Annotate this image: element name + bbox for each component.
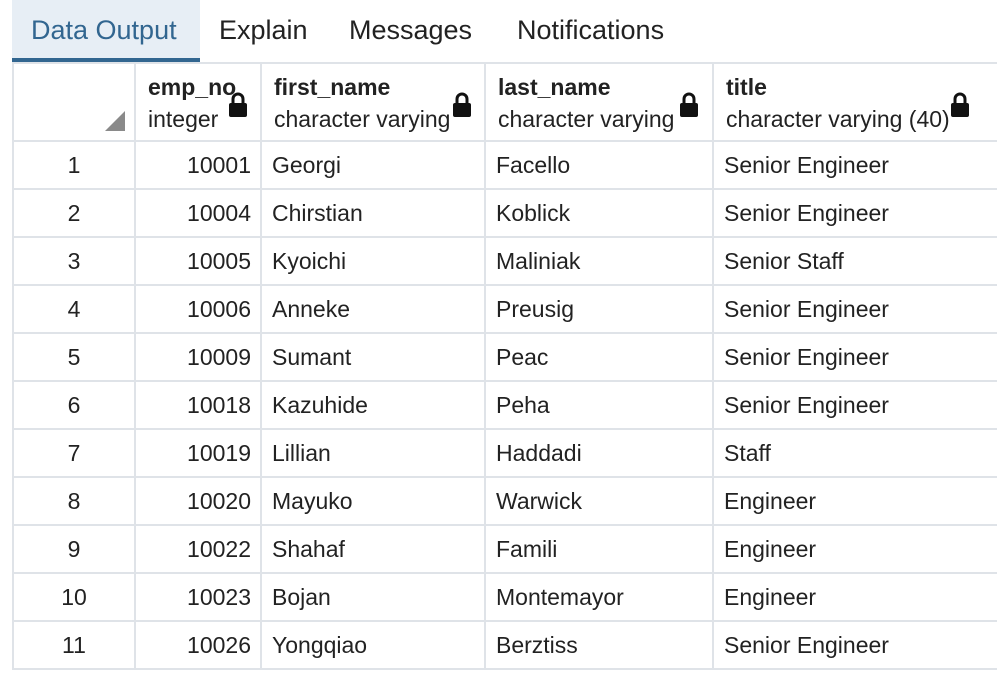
cell-first-name[interactable]: Kazuhide <box>260 380 486 430</box>
column-name: title <box>726 74 767 100</box>
cell-first-name[interactable]: Chirstian <box>260 188 486 238</box>
cell-emp-no[interactable]: 10001 <box>134 140 262 190</box>
header-row: emp_no integer first_name character vary… <box>12 62 997 142</box>
row-number[interactable]: 6 <box>12 380 136 430</box>
cell-title[interactable]: Senior Engineer <box>712 140 997 190</box>
table-row[interactable]: 1 10001 Georgi Facello Senior Engineer <box>12 140 997 190</box>
cell-first-name[interactable]: Yongqiao <box>260 620 486 670</box>
cell-emp-no[interactable]: 10005 <box>134 236 262 286</box>
table-row[interactable]: 4 10006 Anneke Preusig Senior Engineer <box>12 284 997 334</box>
cell-last-name[interactable]: Maliniak <box>484 236 714 286</box>
row-number[interactable]: 4 <box>12 284 136 334</box>
cell-emp-no[interactable]: 10018 <box>134 380 262 430</box>
cell-first-name[interactable]: Kyoichi <box>260 236 486 286</box>
cell-first-name[interactable]: Sumant <box>260 332 486 382</box>
cell-emp-no[interactable]: 10026 <box>134 620 262 670</box>
cell-last-name[interactable]: Montemayor <box>484 572 714 622</box>
cell-last-name[interactable]: Famili <box>484 524 714 574</box>
row-number[interactable]: 2 <box>12 188 136 238</box>
cell-title[interactable]: Engineer <box>712 524 997 574</box>
cell-title[interactable]: Senior Staff <box>712 236 997 286</box>
row-number[interactable]: 8 <box>12 476 136 526</box>
cell-title[interactable]: Senior Engineer <box>712 188 997 238</box>
cell-last-name[interactable]: Warwick <box>484 476 714 526</box>
row-number[interactable]: 3 <box>12 236 136 286</box>
lock-icon <box>229 92 247 117</box>
cell-last-name[interactable]: Berztiss <box>484 620 714 670</box>
table-row[interactable]: 6 10018 Kazuhide Peha Senior Engineer <box>12 380 997 430</box>
table-row[interactable]: 9 10022 Shahaf Famili Engineer <box>12 524 997 574</box>
row-number[interactable]: 11 <box>12 620 136 670</box>
column-header-last-name[interactable]: last_name character varying <box>484 62 714 142</box>
cell-first-name[interactable]: Lillian <box>260 428 486 478</box>
table-row[interactable]: 8 10020 Mayuko Warwick Engineer <box>12 476 997 526</box>
tab-messages[interactable]: Messages <box>349 0 472 62</box>
column-name: last_name <box>498 74 611 100</box>
row-number[interactable]: 9 <box>12 524 136 574</box>
table-row[interactable]: 7 10019 Lillian Haddadi Staff <box>12 428 997 478</box>
column-header-emp-no[interactable]: emp_no integer <box>134 62 262 142</box>
cell-title[interactable]: Engineer <box>712 476 997 526</box>
select-all-corner[interactable] <box>12 62 136 142</box>
cell-last-name[interactable]: Facello <box>484 140 714 190</box>
select-all-triangle-icon <box>105 111 125 131</box>
tab-explain[interactable]: Explain <box>219 0 308 62</box>
cell-title[interactable]: Senior Engineer <box>712 620 997 670</box>
data-grid: emp_no integer first_name character vary… <box>12 62 997 670</box>
cell-emp-no[interactable]: 10004 <box>134 188 262 238</box>
cell-title[interactable]: Senior Engineer <box>712 332 997 382</box>
tab-data-output[interactable]: Data Output <box>12 0 200 62</box>
cell-last-name[interactable]: Preusig <box>484 284 714 334</box>
grid-body: 1 10001 Georgi Facello Senior Engineer 2 10004… <box>12 140 997 670</box>
lock-icon <box>951 92 969 117</box>
cell-first-name[interactable]: Georgi <box>260 140 486 190</box>
row-number[interactable]: 7 <box>12 428 136 478</box>
cell-title[interactable]: Engineer <box>712 572 997 622</box>
column-type: character varying <box>274 106 451 132</box>
query-result-panel: Data Output Explain Messages Notificatio… <box>12 0 997 691</box>
cell-last-name[interactable]: Koblick <box>484 188 714 238</box>
cell-title[interactable]: Senior Engineer <box>712 284 997 334</box>
column-type: integer <box>148 106 219 132</box>
cell-last-name[interactable]: Peac <box>484 332 714 382</box>
row-number[interactable]: 1 <box>12 140 136 190</box>
cell-emp-no[interactable]: 10006 <box>134 284 262 334</box>
table-row[interactable]: 10 10023 Bojan Montemayor Engineer <box>12 572 997 622</box>
cell-emp-no[interactable]: 10019 <box>134 428 262 478</box>
cell-emp-no[interactable]: 10023 <box>134 572 262 622</box>
table-row[interactable]: 2 10004 Chirstian Koblick Senior Engineer <box>12 188 997 238</box>
cell-emp-no[interactable]: 10020 <box>134 476 262 526</box>
column-name: emp_no <box>148 74 237 100</box>
cell-first-name[interactable]: Bojan <box>260 572 486 622</box>
column-header-title[interactable]: title character varying (40) <box>712 62 997 142</box>
cell-title[interactable]: Staff <box>712 428 997 478</box>
row-number[interactable]: 10 <box>12 572 136 622</box>
column-name: first_name <box>274 74 391 100</box>
cell-emp-no[interactable]: 10022 <box>134 524 262 574</box>
table-row[interactable]: 11 10026 Yongqiao Berztiss Senior Engineer <box>12 620 997 670</box>
tab-notifications[interactable]: Notifications <box>517 0 664 62</box>
cell-first-name[interactable]: Shahaf <box>260 524 486 574</box>
table-row[interactable]: 5 10009 Sumant Peac Senior Engineer <box>12 332 997 382</box>
cell-first-name[interactable]: Anneke <box>260 284 486 334</box>
cell-title[interactable]: Senior Engineer <box>712 380 997 430</box>
column-header-first-name[interactable]: first_name character varying <box>260 62 486 142</box>
cell-first-name[interactable]: Mayuko <box>260 476 486 526</box>
result-tabs: Data Output Explain Messages Notificatio… <box>12 0 997 62</box>
cell-last-name[interactable]: Haddadi <box>484 428 714 478</box>
row-number[interactable]: 5 <box>12 332 136 382</box>
lock-icon <box>453 92 471 117</box>
lock-icon <box>680 92 698 117</box>
table-row[interactable]: 3 10005 Kyoichi Maliniak Senior Staff <box>12 236 997 286</box>
column-type: character varying <box>498 106 675 132</box>
cell-emp-no[interactable]: 10009 <box>134 332 262 382</box>
column-type: character varying (40) <box>726 106 950 132</box>
cell-last-name[interactable]: Peha <box>484 380 714 430</box>
